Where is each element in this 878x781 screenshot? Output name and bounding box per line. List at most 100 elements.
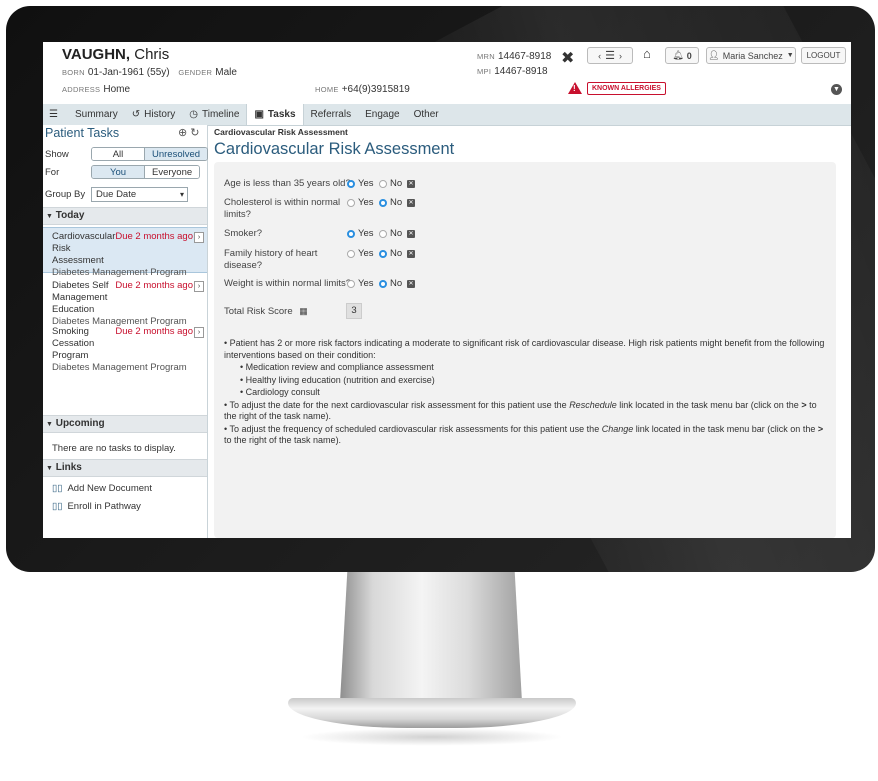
add-new-document-link[interactable]: ▯▯ Add New Document xyxy=(52,483,152,494)
clear-answer-icon[interactable]: ✕ xyxy=(407,230,415,238)
tab-other[interactable]: Other xyxy=(407,104,446,125)
total-risk-score-label: Total Risk Score ▦ xyxy=(224,305,352,318)
tab-summary[interactable]: Summary xyxy=(68,104,125,125)
caret-down-icon: ▼ xyxy=(46,213,53,220)
option-label: Yes xyxy=(358,278,374,289)
clear-answer-icon[interactable]: ✕ xyxy=(407,199,415,207)
patient-address: ADDRESS Home xyxy=(62,84,130,95)
chevron-left-icon[interactable]: ‹ xyxy=(598,51,601,61)
patient-list-nav[interactable]: ‹ ☰ › xyxy=(587,47,633,64)
question-label: Smoker? xyxy=(224,228,263,239)
task-due: Due 2 months ago xyxy=(115,231,193,242)
radio-button[interactable] xyxy=(379,249,387,258)
note-text: to the right of the task name). xyxy=(224,435,342,445)
for-toggle: You Everyone xyxy=(91,165,201,179)
chevron-right-icon[interactable]: › xyxy=(619,51,622,61)
book-icon: ▯▯ xyxy=(52,483,63,494)
clear-answer-icon[interactable]: ✕ xyxy=(407,250,415,258)
notifications-button[interactable]: 🔔︎ 0 xyxy=(665,47,699,64)
group-by-select[interactable]: Due Date ▾ xyxy=(91,187,188,202)
radio-button[interactable] xyxy=(379,279,387,288)
app-screen: VAUGHN, Chris BORN 01-Jan-1961 (55y) GEND… xyxy=(43,42,851,538)
patient-name: VAUGHN, Chris xyxy=(62,46,169,63)
user-name: Maria Sanchez xyxy=(722,50,783,61)
question-label: Age is less than 35 years old? xyxy=(224,178,351,189)
section-label: Today xyxy=(55,210,85,221)
radio-button[interactable] xyxy=(379,229,387,238)
tab-history[interactable]: ↺ History xyxy=(125,104,183,125)
warning-icon: ! xyxy=(568,82,582,94)
section-today[interactable]: ▼ Today xyxy=(43,207,207,225)
user-menu[interactable]: 👤︎ Maria Sanchez ▼ xyxy=(706,47,796,64)
show-all-option[interactable]: All xyxy=(92,148,144,160)
intervention-item: • Medication review and compliance asses… xyxy=(240,362,434,372)
answer-yes[interactable]: Yes xyxy=(347,178,374,189)
radio-button[interactable] xyxy=(347,179,355,188)
clock-icon: ◷ xyxy=(189,109,199,120)
logout-button[interactable]: LOGOUT xyxy=(801,47,846,64)
task-menu-chevron-icon[interactable]: › xyxy=(194,281,204,292)
clipboard-icon: ▣ xyxy=(254,109,264,120)
tab-engage[interactable]: Engage xyxy=(358,104,406,125)
answer-yes[interactable]: Yes xyxy=(347,197,374,208)
expand-header-icon[interactable]: ▼ xyxy=(831,84,842,95)
task-menu-chevron-icon[interactable]: › xyxy=(194,327,204,338)
answer-yes[interactable]: Yes xyxy=(347,248,374,259)
tab-timeline[interactable]: ◷ Timeline xyxy=(182,104,246,125)
task-due: Due 2 months ago xyxy=(115,326,193,337)
option-label: No xyxy=(390,178,403,189)
for-everyone-option[interactable]: Everyone xyxy=(145,166,200,178)
task-item[interactable]: Diabetes Self Management Education Diabe… xyxy=(43,277,207,327)
note-text: link located in the task menu bar (click… xyxy=(633,423,818,434)
clear-answer-icon[interactable]: ✕ xyxy=(407,180,415,188)
answer-yes[interactable]: Yes xyxy=(347,228,374,239)
radio-button[interactable] xyxy=(347,279,355,288)
answer-no[interactable]: No xyxy=(379,197,402,208)
list-icon[interactable]: ☰ xyxy=(605,49,615,62)
caret-down-icon: ▼ xyxy=(46,465,53,472)
born-value: 01-Jan-1961 (55y) xyxy=(87,67,170,78)
task-item[interactable]: Cardiovascular Risk Assessment Diabetes … xyxy=(43,227,207,278)
mpi-label: MPI xyxy=(477,67,492,76)
clear-answer-icon[interactable]: ✕ xyxy=(407,280,415,288)
patient-first-name: Chris xyxy=(134,46,170,63)
home-icon[interactable]: ⌂ xyxy=(643,46,651,61)
section-label: Links xyxy=(55,462,82,473)
radio-button[interactable] xyxy=(379,179,387,188)
option-label: Yes xyxy=(358,178,374,189)
radio-button[interactable] xyxy=(347,229,355,238)
radio-button[interactable] xyxy=(379,198,387,207)
enroll-in-pathway-link[interactable]: ▯▯ Enroll in Pathway xyxy=(52,501,141,512)
close-patient-icon[interactable]: ✖ xyxy=(561,48,574,68)
allergy-badge[interactable]: KNOWN ALLERGIES xyxy=(587,82,666,95)
task-item[interactable]: Smoking Cessation Program Diabetes Manag… xyxy=(43,323,207,373)
refresh-icon[interactable]: ↻ xyxy=(190,127,199,139)
home-label: HOME xyxy=(315,85,339,94)
panel-actions: ⊕ ↻ xyxy=(178,126,200,139)
show-unresolved-option[interactable]: Unresolved xyxy=(144,148,208,160)
section-links[interactable]: ▼ Links xyxy=(43,459,207,477)
radio-button[interactable] xyxy=(347,249,355,258)
tab-referrals[interactable]: Referrals xyxy=(304,104,359,125)
answer-no[interactable]: No xyxy=(379,228,402,239)
tab-tasks[interactable]: ▣ Tasks xyxy=(246,104,304,125)
gt-symbol: > xyxy=(817,423,824,434)
answer-no[interactable]: No xyxy=(379,178,402,189)
task-due: Due 2 months ago xyxy=(115,280,193,291)
mpi: MPI 14467-8918 xyxy=(477,66,548,77)
tab-label: Engage xyxy=(365,109,400,120)
assessment-card: Age is less than 35 years old? Yes No ✕ … xyxy=(214,162,836,538)
for-you-option[interactable]: You xyxy=(92,166,145,178)
task-menu-chevron-icon[interactable]: › xyxy=(194,232,204,243)
hamburger-menu-icon[interactable]: ☰ xyxy=(43,104,68,125)
add-task-icon[interactable]: ⊕ xyxy=(178,127,187,139)
assessment-notes: • Patient has 2 or more risk factors ind… xyxy=(224,338,828,448)
answer-no[interactable]: No xyxy=(379,248,402,259)
show-toggle: All Unresolved xyxy=(91,147,209,161)
panel-title: Patient Tasks xyxy=(45,126,120,140)
section-upcoming[interactable]: ▼ Upcoming xyxy=(43,415,207,433)
answer-no[interactable]: No xyxy=(379,278,402,289)
answer-yes[interactable]: Yes xyxy=(347,278,374,289)
calculator-icon: ▦ xyxy=(299,306,308,316)
radio-button[interactable] xyxy=(347,198,355,207)
